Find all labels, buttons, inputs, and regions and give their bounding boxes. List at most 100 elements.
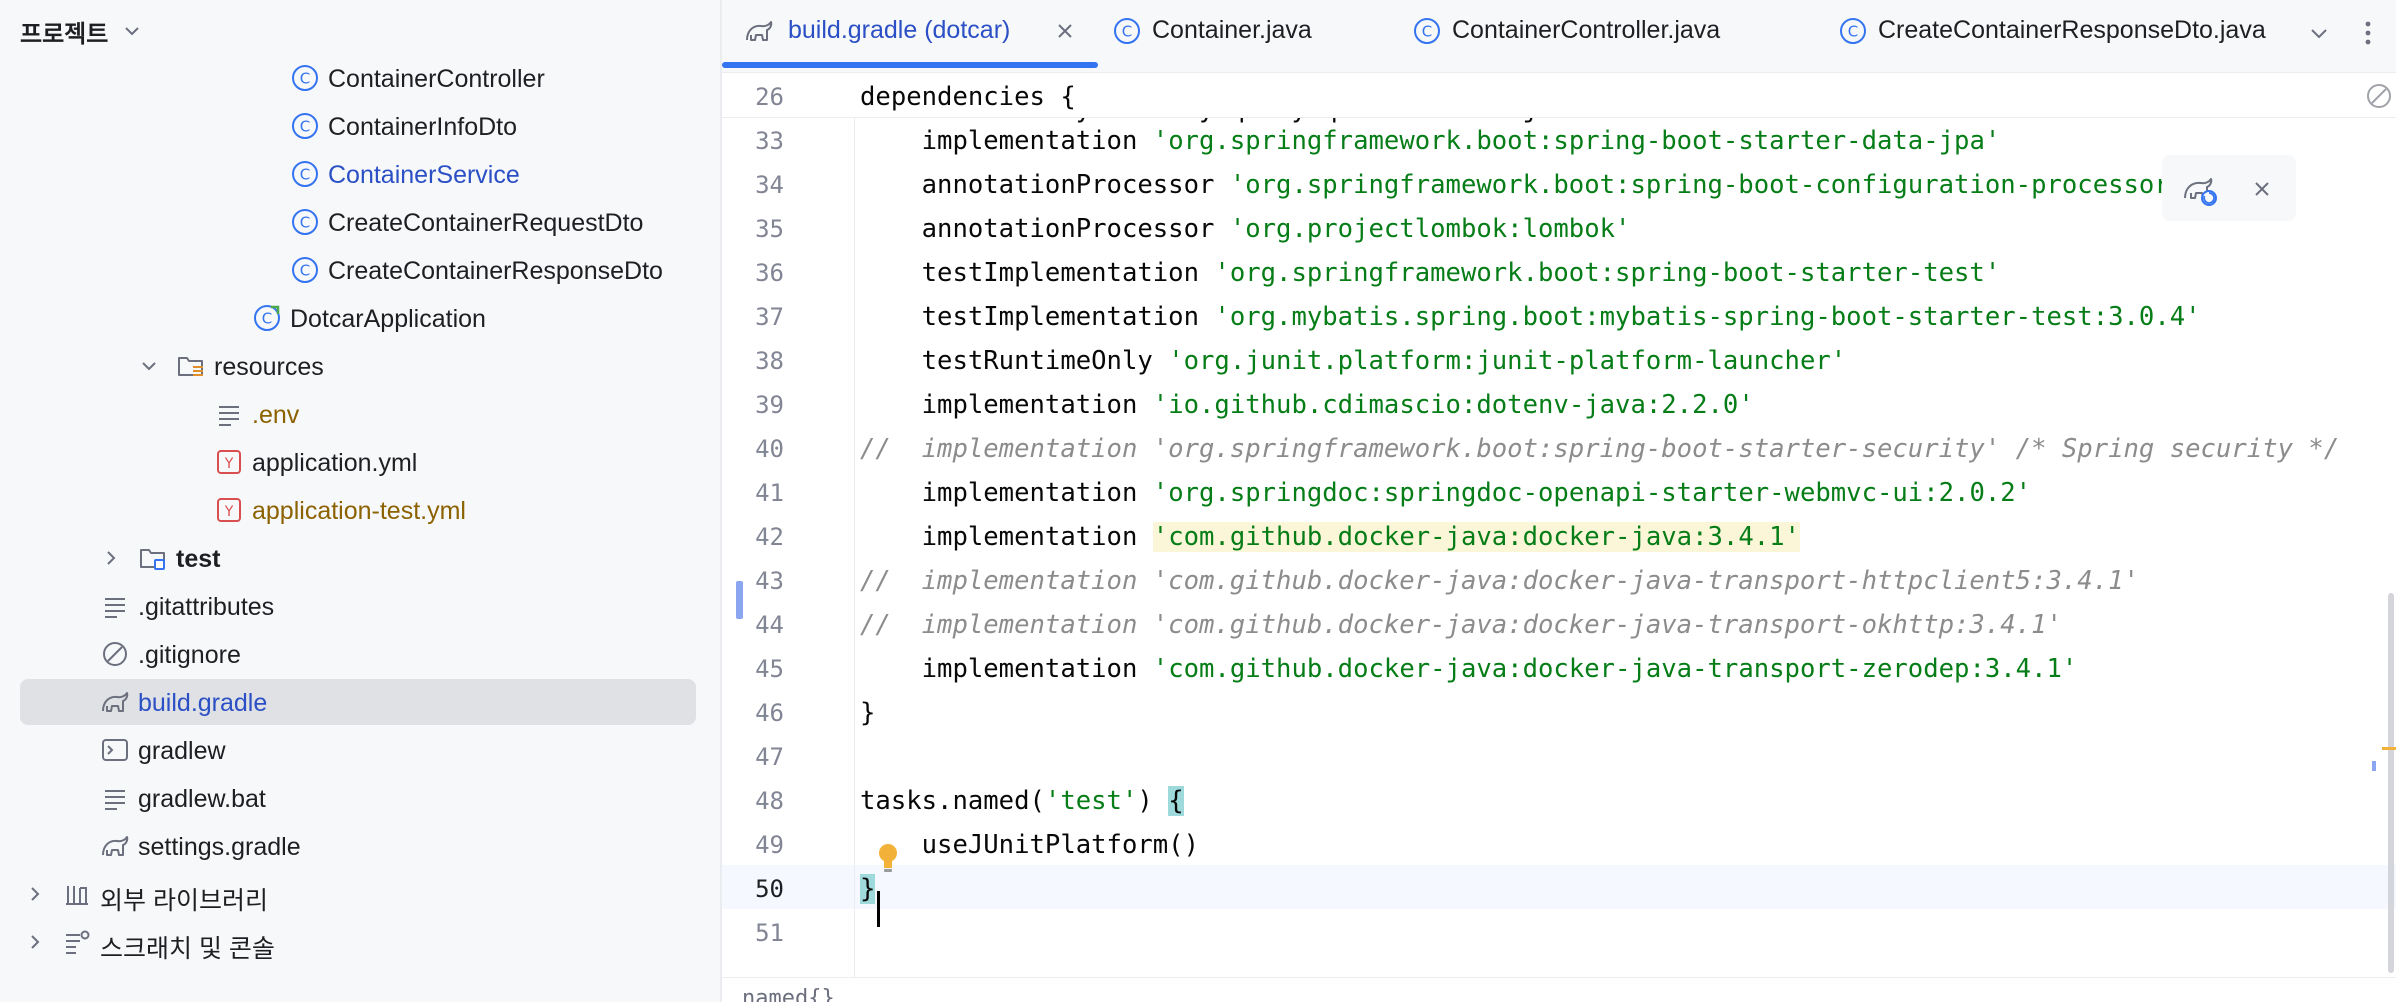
- scrollbar-warning-mark[interactable]: [2382, 747, 2396, 750]
- more-vertical-icon[interactable]: [2358, 16, 2378, 50]
- tab-container-controller-java[interactable]: C ContainerController.java: [1412, 0, 1792, 72]
- highlighted-string-literal: 'com.github.docker-java:docker-java:3.4.…: [1152, 522, 1800, 552]
- lightbulb-icon[interactable]: [874, 841, 902, 875]
- text-file-icon: [105, 598, 125, 618]
- code-line: testRuntimeOnly 'org.junit.platform:juni…: [860, 346, 1847, 376]
- editor-tab-bar: build.gradle (dotcar) C Container.java C…: [722, 0, 2396, 73]
- tree-item-external-libraries[interactable]: 외부 라이브러리: [0, 870, 720, 918]
- text-file-icon: [219, 406, 239, 426]
- string-literal: 'test': [1044, 786, 1138, 816]
- tree-item-gitattributes[interactable]: .gitattributes: [0, 582, 720, 630]
- tree-item-dotcar-application[interactable]: C DotcarApplication: [0, 294, 720, 342]
- code-row[interactable]: 38 testRuntimeOnly 'org.junit.platform:j…: [722, 337, 2396, 381]
- sticky-scope-header[interactable]: 26 dependencies {: [722, 73, 2396, 118]
- code-row[interactable]: 36 testImplementation 'org.springframewo…: [722, 249, 2396, 293]
- code-row[interactable]: 49 useJUnitPlatform(): [722, 821, 2396, 865]
- scrollbar-change-mark[interactable]: [2372, 761, 2376, 771]
- string-literal: 'org.springdoc:springdoc-openapi-starter…: [1152, 478, 2032, 508]
- tree-item-label: application-test.yml: [252, 497, 466, 525]
- code-row[interactable]: 39 implementation 'io.github.cdimascio:d…: [722, 381, 2396, 425]
- chevron-right-icon[interactable]: [24, 883, 46, 905]
- code-line: implementation 'org.springdoc:springdoc-…: [860, 478, 2032, 508]
- tab-create-container-response-dto-java[interactable]: C CreateContainerResponseDto.java: [1838, 0, 2304, 72]
- code-row[interactable]: 35 annotationProcessor 'org.projectlombo…: [722, 205, 2396, 249]
- chevron-right-icon[interactable]: [100, 547, 122, 569]
- tab-container-java[interactable]: C Container.java: [1112, 0, 1402, 72]
- tab-label: Container.java: [1152, 16, 1312, 44]
- tree-item-application-yml[interactable]: Y application.yml: [0, 438, 720, 486]
- breadcrumb[interactable]: named{}: [722, 977, 2396, 1002]
- yaml-file-icon: Y: [217, 450, 241, 474]
- chevron-down-icon[interactable]: [121, 20, 143, 42]
- svg-text:C: C: [262, 310, 272, 328]
- line-number: 35: [755, 215, 784, 243]
- line-number: 48: [755, 787, 784, 815]
- tree-item-label: settings.gradle: [138, 833, 301, 861]
- code-row[interactable]: 37 testImplementation 'org.mybatis.sprin…: [722, 293, 2396, 337]
- vcs-change-marker[interactable]: [736, 581, 743, 619]
- code-row[interactable]: 44 // implementation 'com.github.docker-…: [722, 601, 2396, 645]
- class-icon: C: [292, 161, 318, 187]
- tree-item-label: DotcarApplication: [290, 305, 486, 333]
- tree-item-test[interactable]: test: [0, 534, 720, 582]
- line-number: 46: [755, 699, 784, 727]
- breadcrumb-item[interactable]: named{}: [742, 986, 835, 1002]
- inspection-status-icon[interactable]: [2364, 81, 2394, 111]
- tree-item-container-controller[interactable]: C ContainerController: [0, 54, 720, 102]
- chevron-down-icon[interactable]: [138, 355, 160, 377]
- tree-item-application-test-yml[interactable]: Y application-test.yml: [0, 486, 720, 534]
- gutter-separator: [854, 73, 855, 1002]
- line-number: 40: [755, 435, 784, 463]
- code-row-current[interactable]: 50 }: [722, 865, 2396, 909]
- close-icon[interactable]: [1054, 20, 1076, 42]
- comment-line: // implementation 'com.github.docker-jav…: [860, 610, 2062, 640]
- svg-text:Y: Y: [224, 456, 234, 472]
- code-row[interactable]: 45 implementation 'com.github.docker-jav…: [722, 645, 2396, 689]
- project-panel-title[interactable]: 프로젝트: [20, 14, 108, 49]
- tree-item-gradlew-bat[interactable]: gradlew.bat: [0, 774, 720, 822]
- tree-item-label: ContainerService: [328, 161, 520, 189]
- code-row[interactable]: 34 annotationProcessor 'org.springframew…: [722, 161, 2396, 205]
- vertical-scrollbar[interactable]: [2388, 593, 2394, 973]
- tree-item-container-service[interactable]: C ContainerService: [0, 150, 720, 198]
- code-row[interactable]: 46 }: [722, 689, 2396, 733]
- line-number: 44: [755, 611, 784, 639]
- code-row[interactable]: 51: [722, 909, 2396, 953]
- code-row[interactable]: 40 // implementation 'org.springframewor…: [722, 425, 2396, 469]
- chevron-right-icon[interactable]: [24, 931, 46, 953]
- tree-item-gradlew[interactable]: gradlew: [0, 726, 720, 774]
- tree-item-create-container-request-dto[interactable]: C CreateContainerRequestDto: [0, 198, 720, 246]
- class-icon: C: [292, 209, 318, 235]
- code-row[interactable]: 43 // implementation 'com.github.docker-…: [722, 557, 2396, 601]
- tree-item-settings-gradle[interactable]: settings.gradle: [0, 822, 720, 870]
- code-row[interactable]: 41 implementation 'org.springdoc:springd…: [722, 469, 2396, 513]
- code-row[interactable]: 47: [722, 733, 2396, 777]
- code-editor[interactable]: 26 dependencies { 32 runtimeOnly 'com.my…: [722, 73, 2396, 1002]
- code-line: implementation 'com.github.docker-java:d…: [860, 522, 1800, 552]
- code-line: testImplementation 'org.mybatis.spring.b…: [860, 302, 2201, 332]
- line-number: 42: [755, 523, 784, 551]
- tree-item-label: ContainerInfoDto: [328, 113, 518, 141]
- code-row[interactable]: 33 implementation 'org.springframework.b…: [722, 117, 2396, 161]
- code-line: implementation 'io.github.cdimascio:dote…: [860, 390, 1754, 420]
- code-row[interactable]: 42 implementation 'com.github.docker-jav…: [722, 513, 2396, 557]
- code-row[interactable]: 48 tasks.named('test') {: [722, 777, 2396, 821]
- library-icon: [66, 886, 88, 905]
- tree-item-label: CreateContainerResponseDto: [328, 257, 663, 285]
- tree-item-env[interactable]: .env: [0, 390, 720, 438]
- tab-build-gradle[interactable]: build.gradle (dotcar): [722, 0, 1098, 72]
- tree-item-container-info-dto[interactable]: C ContainerInfoDto: [0, 102, 720, 150]
- close-icon[interactable]: [2246, 173, 2278, 205]
- code-line: annotationProcessor 'org.springframework…: [860, 170, 2186, 200]
- tree-item-create-container-response-dto[interactable]: C CreateContainerResponseDto: [0, 246, 720, 294]
- ignore-file-icon: [103, 642, 127, 666]
- gradle-sync-icon[interactable]: [2182, 171, 2218, 207]
- tree-item-build-gradle[interactable]: build.gradle: [0, 678, 720, 726]
- project-panel-header[interactable]: 프로젝트: [0, 0, 720, 62]
- line-number: 51: [755, 919, 784, 947]
- chevron-down-icon[interactable]: [2306, 20, 2332, 46]
- tree-item-resources[interactable]: resources: [0, 342, 720, 390]
- tree-item-scratches-consoles[interactable]: 스크래치 및 콘솔: [0, 918, 720, 966]
- line-number: 26: [755, 83, 784, 111]
- tree-item-gitignore[interactable]: .gitignore: [0, 630, 720, 678]
